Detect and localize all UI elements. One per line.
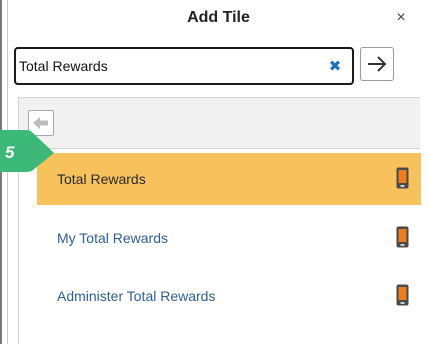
result-item-total-rewards[interactable]: Total Rewards	[37, 153, 421, 205]
arrow-right-icon	[368, 56, 387, 72]
search-input[interactable]	[19, 55, 319, 77]
mobile-device-icon	[396, 167, 409, 189]
search-field[interactable]: ✖	[14, 47, 354, 85]
result-item-label: Total Rewards	[57, 171, 146, 187]
close-icon[interactable]: ×	[391, 8, 411, 28]
mobile-device-icon	[396, 226, 409, 248]
dialog-header: Add Tile ×	[8, 0, 429, 38]
add-tile-dialog: Add Tile × ✖ Total Rewards My Tot	[0, 0, 429, 344]
result-item-label: Administer Total Rewards	[57, 288, 216, 304]
step-number: 5	[5, 143, 15, 162]
result-item-label: My Total Rewards	[57, 230, 169, 246]
dialog-title: Add Tile	[187, 9, 250, 26]
results-toolbar	[19, 98, 420, 149]
result-item-my-total-rewards[interactable]: My Total Rewards	[37, 212, 421, 264]
search-go-button[interactable]	[360, 47, 394, 81]
result-item-administer-total-rewards[interactable]: Administer Total Rewards	[37, 270, 421, 322]
mobile-device-icon	[396, 284, 409, 306]
clear-x-icon[interactable]: ✖	[327, 56, 343, 76]
